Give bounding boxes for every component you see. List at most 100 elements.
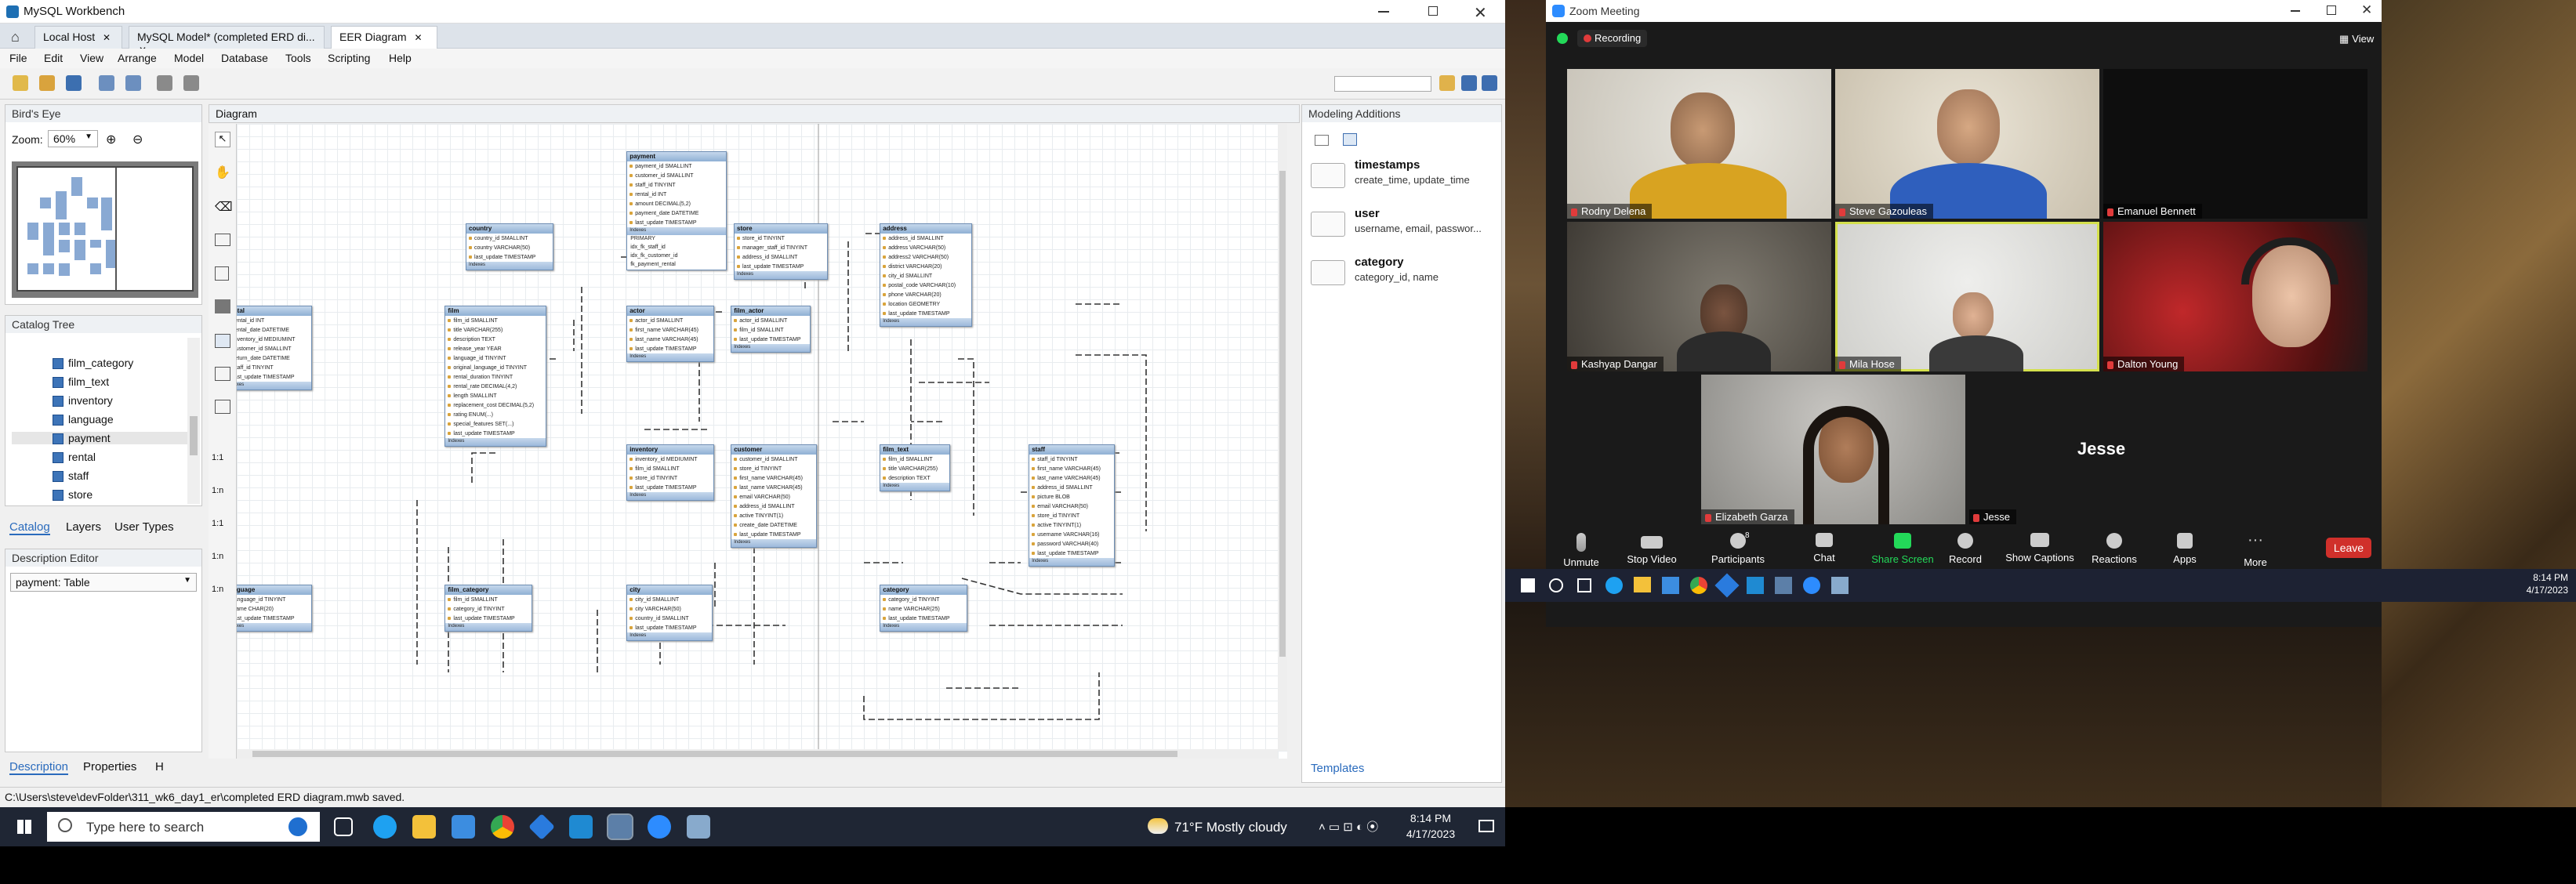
clock-time[interactable]: 8:14 PM <box>1403 812 1458 824</box>
viewport-frame[interactable] <box>16 166 194 292</box>
task-view-icon[interactable] <box>1577 578 1591 592</box>
entity-column[interactable]: rental_id INT <box>237 316 311 325</box>
diagram-canvas[interactable]: payment payment_id SMALLINT customer_id SM… <box>237 124 1287 759</box>
entity-payment[interactable]: payment payment_id SMALLINT customer_id SM… <box>626 150 727 270</box>
entity-column[interactable]: last_name VARCHAR(45) <box>627 335 713 344</box>
scrollbar-thumb[interactable] <box>190 416 198 455</box>
tree-item-payment[interactable]: payment <box>12 432 187 444</box>
entity-column[interactable]: active TINYINT(1) <box>1029 520 1114 530</box>
entity-column[interactable]: store_id TINYINT <box>735 234 827 243</box>
entity-header[interactable]: film_category <box>445 585 532 596</box>
tab-description[interactable]: Description <box>9 760 69 775</box>
start-icon[interactable] <box>1521 578 1535 592</box>
entity-film-text[interactable]: film_text film_id SMALLINT title VARCHAR(2… <box>880 444 951 492</box>
entity-column[interactable]: first_name VARCHAR(45) <box>1029 464 1114 473</box>
menu-model[interactable]: Model <box>174 52 204 64</box>
view-button[interactable]: ▦ View <box>2339 33 2374 45</box>
entity-column[interactable]: address_id SMALLINT <box>731 502 816 511</box>
search-icon[interactable] <box>1439 75 1455 91</box>
entity-indexes[interactable]: Indexes <box>880 317 972 326</box>
entity-store[interactable]: store store_id TINYINT manager_staff_id TI… <box>734 223 828 280</box>
entity-column[interactable]: store_id TINYINT <box>731 464 816 473</box>
entity-category[interactable]: category category_id TINYINT name VARCHAR(… <box>880 585 968 632</box>
edge-icon[interactable] <box>1605 577 1623 594</box>
entity-column[interactable]: title VARCHAR(255) <box>445 325 546 335</box>
entity-column[interactable]: staff_id TINYINT <box>237 363 311 372</box>
entity-column[interactable]: inventory_id MEDIUMINT <box>237 335 311 344</box>
entity-index-item[interactable]: idx_fk_staff_id <box>627 244 726 252</box>
entity-column[interactable]: first_name VARCHAR(45) <box>731 473 816 483</box>
entity-column[interactable]: last_name VARCHAR(45) <box>731 483 816 492</box>
entity-staff[interactable]: staff staff_id TINYINT first_name VARCHAR(… <box>1029 444 1116 567</box>
entity-column[interactable]: district VARCHAR(20) <box>880 262 971 271</box>
entity-column[interactable]: last_update TIMESTAMP <box>466 252 553 262</box>
video-tile-dalton-young[interactable]: Dalton Young <box>2103 222 2367 371</box>
entity-header[interactable]: film <box>445 306 546 317</box>
entity-indexes[interactable]: Indexes <box>627 492 714 501</box>
video-tile-mila-hose[interactable]: Mila Hose <box>1835 222 2099 371</box>
rel-1-n-id-tool[interactable]: 1:n <box>212 552 223 561</box>
entity-column[interactable]: length SMALLINT <box>445 391 546 400</box>
entity-indexes[interactable]: Indexes <box>627 226 727 235</box>
scrollbar-thumb[interactable] <box>1279 171 1286 657</box>
menu-scripting[interactable]: Scripting <box>328 52 370 64</box>
tab-templates[interactable]: Templates <box>1311 762 1364 775</box>
more-button[interactable]: ··· More <box>2228 532 2283 568</box>
entity-column[interactable]: replacement_cost DECIMAL(5,2) <box>445 400 546 410</box>
close-icon[interactable]: ✕ <box>2361 2 2372 18</box>
entity-column[interactable]: customer_id SMALLINT <box>237 344 311 353</box>
entity-indexes[interactable]: Indexes <box>627 353 714 362</box>
apps-button[interactable]: Apps <box>2157 533 2212 565</box>
entity-header[interactable]: city <box>627 585 713 596</box>
entity-header[interactable]: category <box>880 585 967 596</box>
entity-column[interactable]: title VARCHAR(255) <box>880 464 949 473</box>
entity-indexes[interactable]: Indexes <box>1029 558 1115 567</box>
entity-header[interactable]: store <box>735 223 827 234</box>
entity-column[interactable]: store_id TINYINT <box>1029 511 1114 520</box>
new-model-icon[interactable] <box>13 75 28 91</box>
addition-user[interactable]: user username, email, passwor... <box>1311 205 1499 248</box>
weather-icon[interactable] <box>1148 818 1168 834</box>
entity-header[interactable]: inventory <box>627 445 714 455</box>
recording-badge[interactable]: Recording <box>1577 30 1648 47</box>
entity-column[interactable]: release_year YEAR <box>445 344 546 353</box>
vscode-icon[interactable] <box>1747 577 1764 594</box>
chrome-icon[interactable] <box>1690 577 1707 594</box>
entity-column[interactable]: last_update TIMESTAMP <box>731 335 810 344</box>
rel-1-n-tool[interactable]: 1:n <box>212 486 223 495</box>
close-icon[interactable]: ✕ <box>1474 3 1487 23</box>
tab-layers[interactable]: Layers <box>66 520 101 534</box>
entity-actor[interactable]: actor actor_id SMALLINT first_name VARCHAR… <box>626 306 715 363</box>
toggle-grid-icon[interactable] <box>157 75 172 91</box>
redo-icon[interactable] <box>125 75 141 91</box>
entity-indexes[interactable]: Indexes <box>880 623 967 632</box>
entity-index-item[interactable]: idx_fk_customer_id <box>627 252 726 261</box>
menu-help[interactable]: Help <box>389 52 412 64</box>
search-icon[interactable] <box>1549 578 1563 592</box>
chat-button[interactable]: Chat <box>1797 533 1852 563</box>
entity-country[interactable]: country country_id SMALLINT country VARCHA… <box>466 223 553 270</box>
entity-column[interactable]: last_update TIMESTAMP <box>880 309 971 318</box>
entity-column[interactable]: rental_date DATETIME <box>237 325 311 335</box>
entity-column[interactable]: first_name VARCHAR(45) <box>627 325 713 335</box>
entity-film-category[interactable]: film_category film_id SMALLINT category_id… <box>444 585 533 632</box>
entity-header[interactable]: actor <box>627 306 714 317</box>
entity-column[interactable]: description TEXT <box>445 335 546 344</box>
snippet-icon[interactable] <box>1315 135 1329 146</box>
video-tile-elizabeth-garza[interactable]: Elizabeth Garza <box>1701 375 1965 524</box>
hand-tool-icon[interactable]: ✋ <box>215 165 230 180</box>
description-select[interactable]: payment: Table ▼ <box>10 573 197 592</box>
record-button[interactable]: Record <box>1938 533 1993 565</box>
entity-column[interactable]: email VARCHAR(50) <box>1029 502 1114 511</box>
sourcetree-icon[interactable] <box>528 813 555 840</box>
save-icon[interactable] <box>66 75 82 91</box>
entity-column[interactable]: store_id TINYINT <box>627 473 713 483</box>
entity-column[interactable]: address_id SMALLINT <box>735 252 827 262</box>
tab-mysql-model[interactable]: MySQL Model* (completed ERD di... ✕ <box>129 26 325 56</box>
entity-column[interactable]: rating ENUM(...) <box>445 410 546 419</box>
entity-column[interactable]: address VARCHAR(50) <box>880 243 971 252</box>
entity-column[interactable]: address2 VARCHAR(50) <box>880 252 971 262</box>
entity-column[interactable]: last_name VARCHAR(45) <box>1029 473 1114 483</box>
entity-column[interactable]: postal_code VARCHAR(10) <box>880 281 971 290</box>
tree-scrollbar[interactable] <box>187 338 200 504</box>
